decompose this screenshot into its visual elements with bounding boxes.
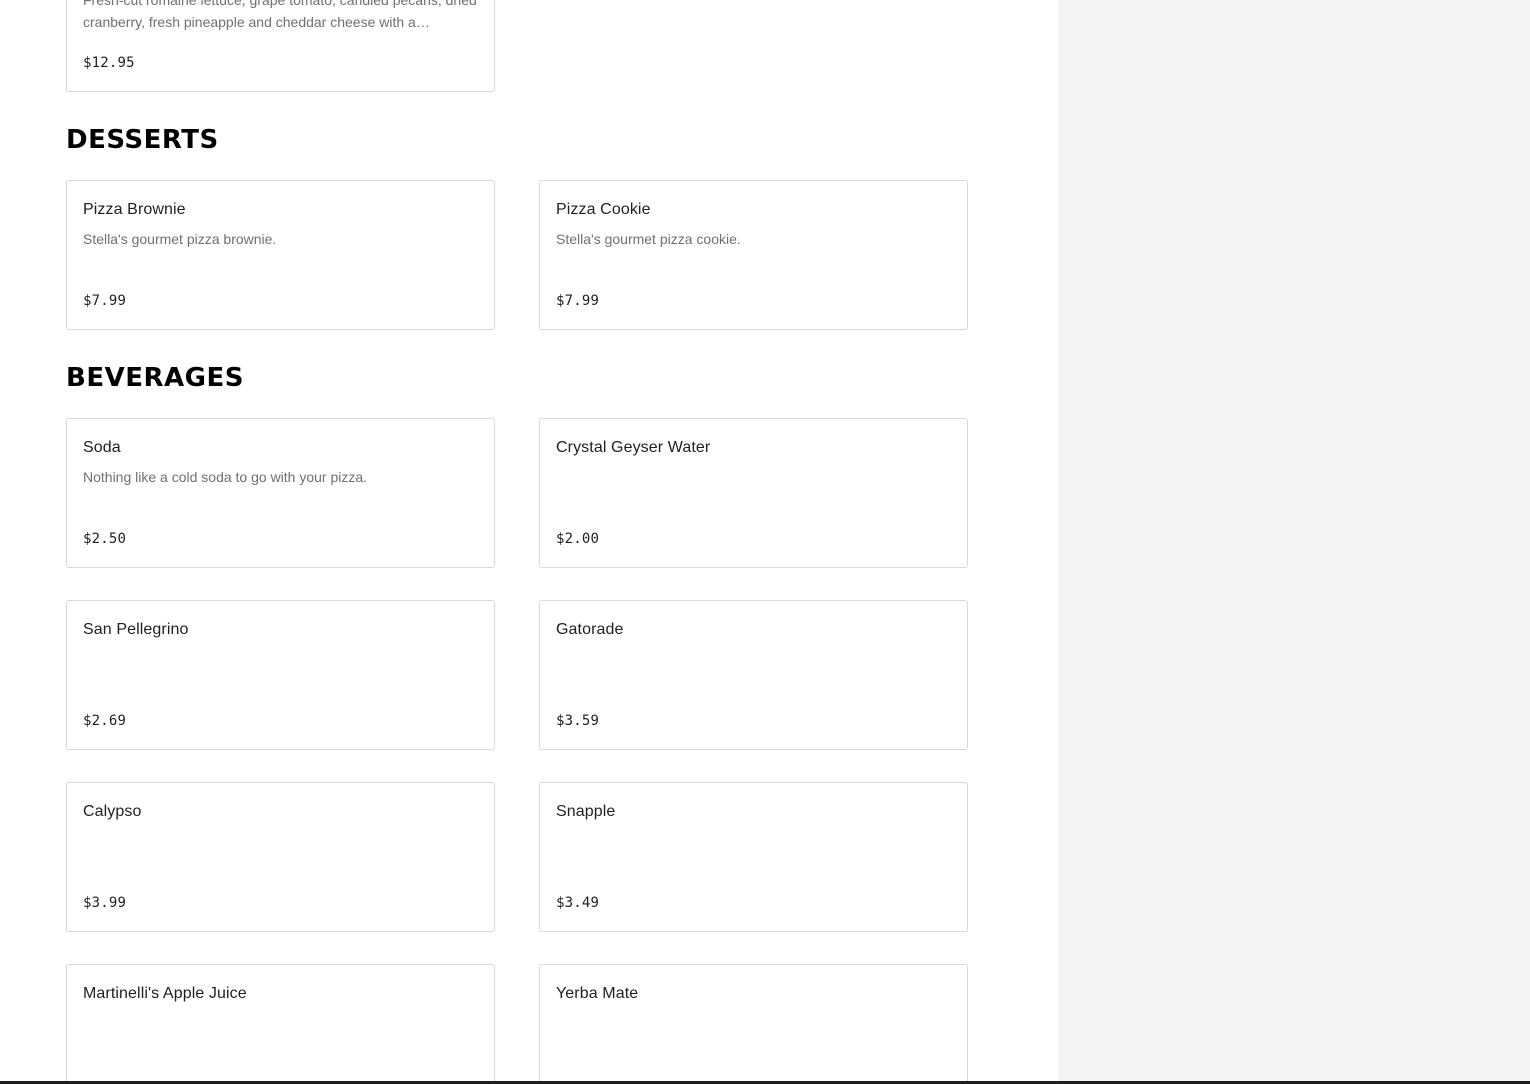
menu-item-name: Gatorade: [556, 621, 624, 638]
side-panel: [1058, 0, 1530, 1084]
section-heading-desserts: DESSERTS: [66, 125, 219, 155]
menu-content: Fresh-cut romaine lettuce, grape tomato,…: [0, 0, 1058, 1084]
menu-item-price: $12.95: [83, 55, 135, 71]
menu-item-name: Pizza Cookie: [556, 201, 651, 218]
menu-item-name: Crystal Geyser Water: [556, 439, 711, 456]
menu-item-name: San Pellegrino: [83, 621, 189, 638]
menu-item-card[interactable]: Fresh-cut romaine lettuce, grape tomato,…: [66, 0, 495, 92]
menu-item-card[interactable]: Gatorade $3.59: [539, 600, 968, 750]
menu-item-name: Martinelli's Apple Juice: [83, 985, 247, 1002]
menu-item-card[interactable]: Martinelli's Apple Juice: [66, 964, 495, 1084]
menu-item-description: Nothing like a cold soda to go with your…: [83, 469, 368, 485]
menu-item-name: Pizza Brownie: [83, 201, 186, 218]
menu-item-description: Stella's gourmet pizza brownie.: [83, 231, 277, 247]
menu-item-price: $3.59: [556, 713, 600, 729]
menu-item-price: $3.49: [556, 895, 600, 911]
menu-item-price: $2.50: [83, 531, 127, 547]
menu-item-name: Yerba Mate: [556, 985, 639, 1002]
section-heading-beverages: BEVERAGES: [66, 363, 244, 393]
menu-item-price: $2.00: [556, 531, 600, 547]
menu-item-description: Fresh-cut romaine lettuce, grape tomato,…: [83, 0, 477, 30]
menu-item-card[interactable]: Calypso $3.99: [66, 782, 495, 932]
menu-item-description: Stella's gourmet pizza cookie.: [556, 231, 741, 247]
menu-item-name: Soda: [83, 439, 121, 456]
menu-item-card[interactable]: Snapple $3.49: [539, 782, 968, 932]
menu-item-card[interactable]: Soda Nothing like a cold soda to go with…: [66, 418, 495, 568]
menu-item-card[interactable]: Pizza Brownie Stella's gourmet pizza bro…: [66, 180, 495, 330]
menu-item-card[interactable]: Crystal Geyser Water $2.00: [539, 418, 968, 568]
menu-item-price: $3.99: [83, 895, 127, 911]
menu-item-name: Calypso: [83, 803, 142, 820]
menu-item-price: $2.69: [83, 713, 127, 729]
menu-item-price: $7.99: [83, 293, 127, 309]
menu-item-card[interactable]: San Pellegrino $2.69: [66, 600, 495, 750]
menu-item-card[interactable]: Pizza Cookie Stella's gourmet pizza cook…: [539, 180, 968, 330]
page: Fresh-cut romaine lettuce, grape tomato,…: [0, 0, 1530, 1084]
menu-item-name: Snapple: [556, 803, 616, 820]
menu-item-card[interactable]: Yerba Mate: [539, 964, 968, 1084]
menu-item-price: $7.99: [556, 293, 600, 309]
